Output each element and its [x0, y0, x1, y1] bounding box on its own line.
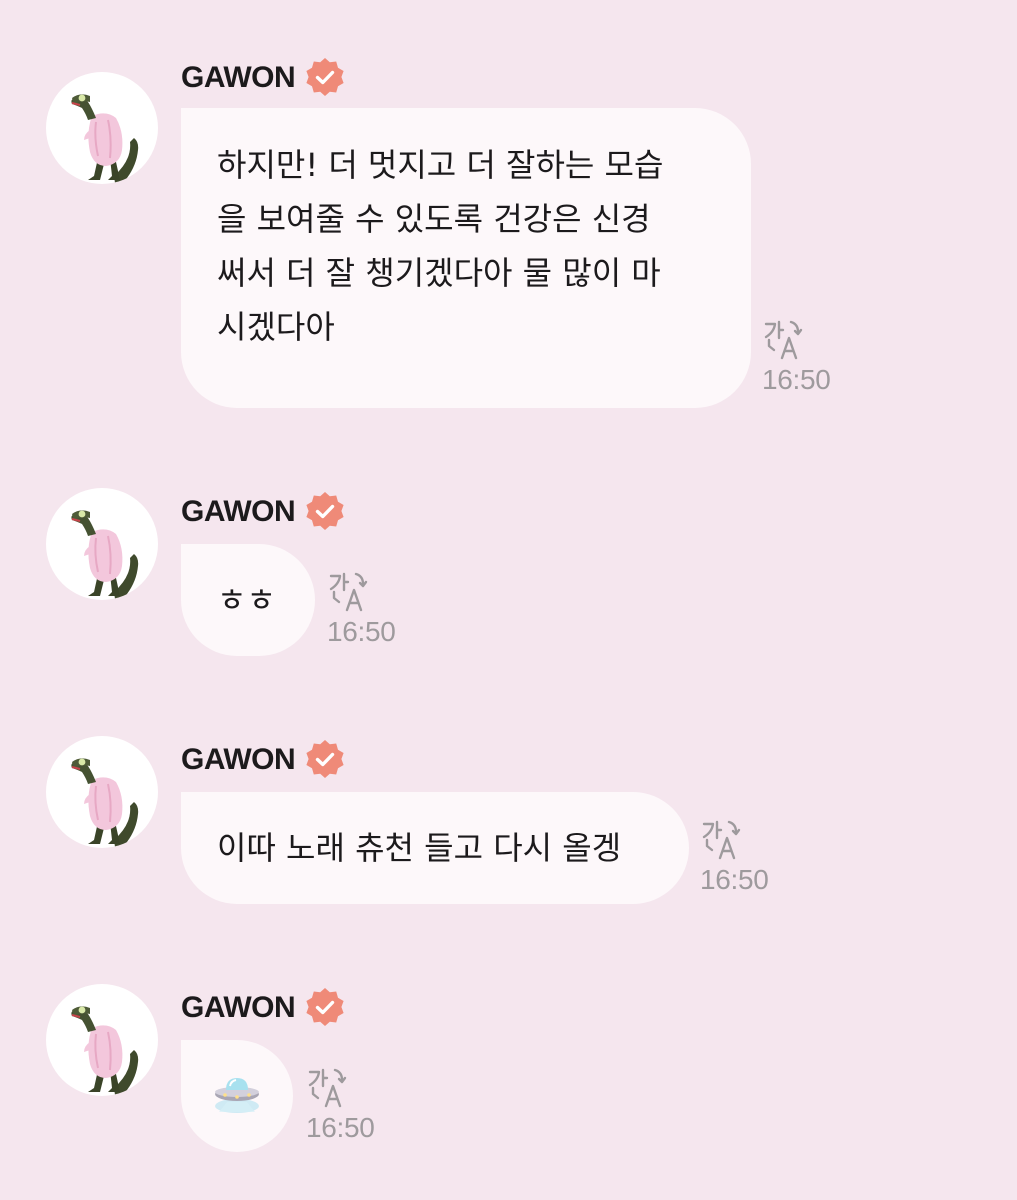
timestamp: 16:50 [762, 364, 831, 395]
message-text-line: 하지만! 더 멋지고 더 잘하는 모습 [217, 146, 664, 184]
message-meta: 16:50 [306, 1066, 375, 1144]
translate-icon[interactable] [762, 318, 806, 362]
timestamp: 16:50 [327, 616, 396, 647]
timestamp: 16:50 [306, 1112, 375, 1143]
dinosaur-avatar-image [46, 736, 158, 848]
dinosaur-avatar-image [46, 488, 158, 600]
dinosaur-avatar-image [46, 72, 158, 184]
sender-row: GAWON [181, 58, 347, 98]
verified-badge-icon [303, 490, 347, 534]
translate-icon[interactable] [306, 1066, 350, 1110]
translate-icon[interactable] [700, 818, 744, 862]
message-text-line: 써서 더 잘 챙기겠다아 물 많이 마 [217, 254, 661, 292]
message-meta: 16:50 [762, 318, 831, 396]
sender-row: GAWON [181, 988, 347, 1028]
avatar[interactable] [46, 488, 158, 600]
avatar[interactable] [46, 736, 158, 848]
message-meta: 16:50 [327, 570, 396, 648]
message-text-line: 시겠다아 [217, 308, 335, 346]
verified-badge-icon [303, 986, 347, 1030]
translate-icon[interactable] [327, 570, 371, 614]
message-bubble[interactable]: 이따 노래 츄천 들고 다시 올겡 [181, 792, 689, 904]
message-bubble[interactable] [181, 1040, 293, 1152]
sender-name: GAWON [181, 743, 296, 776]
sender-row: GAWON [181, 740, 347, 780]
avatar[interactable] [46, 984, 158, 1096]
message-text-line: ㅎㅎ [217, 581, 276, 619]
message-meta: 16:50 [700, 818, 769, 896]
message-text-line: 을 보여줄 수 있도록 건강은 신경 [217, 200, 651, 238]
message-bubble[interactable]: ㅎㅎ [181, 544, 315, 656]
dinosaur-avatar-image [46, 984, 158, 1096]
avatar[interactable] [46, 72, 158, 184]
sender-name: GAWON [181, 61, 296, 94]
verified-badge-icon [303, 738, 347, 782]
sender-name: GAWON [181, 991, 296, 1024]
message-bubble[interactable]: 하지만! 더 멋지고 더 잘하는 모습 을 보여줄 수 있도록 건강은 신경 써… [181, 108, 751, 408]
message-text-line: 이따 노래 츄천 들고 다시 올겡 [217, 829, 622, 867]
timestamp: 16:50 [700, 864, 769, 895]
ufo-emoji-icon [215, 1078, 259, 1113]
sender-row: GAWON [181, 492, 347, 532]
sender-name: GAWON [181, 495, 296, 528]
verified-badge-icon [303, 56, 347, 100]
